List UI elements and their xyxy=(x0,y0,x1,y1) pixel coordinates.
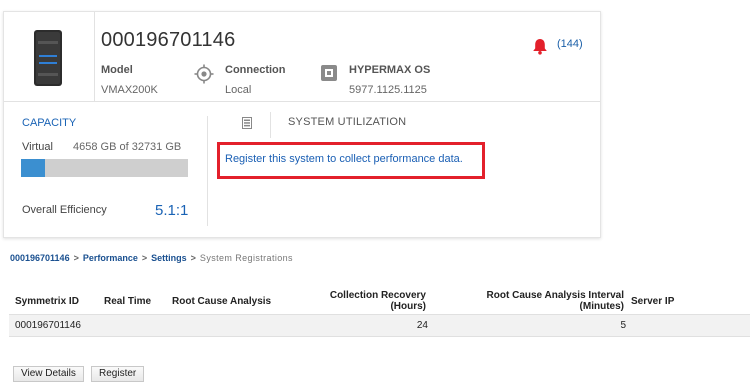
column-header-collection-recovery-line1: Collection Recovery xyxy=(329,290,426,301)
model-value: VMAX200K xyxy=(101,84,158,96)
os-label: HYPERMAX OS xyxy=(349,64,431,76)
column-header-collection-recovery[interactable]: Collection Recovery (Hours) xyxy=(300,290,426,312)
breadcrumb-item-system[interactable]: 000196701146 xyxy=(10,253,70,263)
column-header-collection-recovery-line2: (Hours) xyxy=(390,301,426,312)
system-header: 000196701146 Model VMAX200K Connection L… xyxy=(4,12,600,102)
cell-symmetrix-id: 000196701146 xyxy=(15,320,81,331)
capacity-title: CAPACITY xyxy=(22,117,77,129)
efficiency-value: 5.1:1 xyxy=(155,202,189,219)
breadcrumb: 000196701146 > Performance > Settings > System… xyxy=(10,253,293,263)
system-summary-card: 000196701146 Model VMAX200K Connection L… xyxy=(3,11,601,238)
connection-target-icon xyxy=(194,64,214,84)
column-header-server-ip[interactable]: Server IP xyxy=(631,296,674,307)
cell-rca-interval: 5 xyxy=(620,320,626,331)
column-header-rca-interval-line1: Root Cause Analysis Interval xyxy=(486,290,624,301)
virtual-capacity-value: 4658 GB of 32731 GB xyxy=(73,141,182,153)
column-header-symmetrix-id[interactable]: Symmetrix ID xyxy=(15,296,79,307)
view-details-button[interactable]: View Details xyxy=(13,366,84,382)
virtual-label: Virtual xyxy=(22,141,53,153)
tab-divider xyxy=(270,112,271,138)
column-header-root-cause-analysis[interactable]: Root Cause Analysis xyxy=(172,296,271,307)
os-chip-icon xyxy=(321,65,337,81)
connection-value: Local xyxy=(225,84,252,96)
breadcrumb-separator: > xyxy=(73,253,79,263)
connection-label: Connection xyxy=(225,64,286,76)
breadcrumb-separator: > xyxy=(190,253,196,263)
register-button[interactable]: Register xyxy=(91,366,145,382)
cell-collection-recovery: 24 xyxy=(416,320,428,331)
os-version: 5977.1125.1125 xyxy=(349,84,427,96)
section-divider xyxy=(207,116,208,226)
system-id-title: 000196701146 xyxy=(101,29,236,51)
utilization-tab-icon[interactable] xyxy=(242,117,252,129)
storage-array-icon xyxy=(34,30,62,86)
model-label: Model xyxy=(101,64,133,76)
breadcrumb-item-settings[interactable]: Settings xyxy=(151,253,187,263)
capacity-bar-fill xyxy=(21,159,45,177)
breadcrumb-item-performance[interactable]: Performance xyxy=(83,253,138,263)
breadcrumb-current: System Registrations xyxy=(199,253,293,263)
bell-alert-icon[interactable] xyxy=(532,38,548,55)
column-header-rca-interval[interactable]: Root Cause Analysis Interval (Minutes) xyxy=(460,290,624,312)
system-utilization-title[interactable]: SYSTEM UTILIZATION xyxy=(288,116,406,128)
efficiency-label: Overall Efficiency xyxy=(22,204,107,216)
alert-count-link[interactable]: (144) xyxy=(557,38,583,50)
capacity-bar xyxy=(21,159,188,177)
server-icon-panel xyxy=(4,12,95,101)
column-header-real-time[interactable]: Real Time xyxy=(104,296,151,307)
register-system-link[interactable]: Register this system to collect performa… xyxy=(225,153,463,165)
breadcrumb-separator: > xyxy=(141,253,148,263)
column-header-rca-interval-line2: (Minutes) xyxy=(579,301,624,312)
